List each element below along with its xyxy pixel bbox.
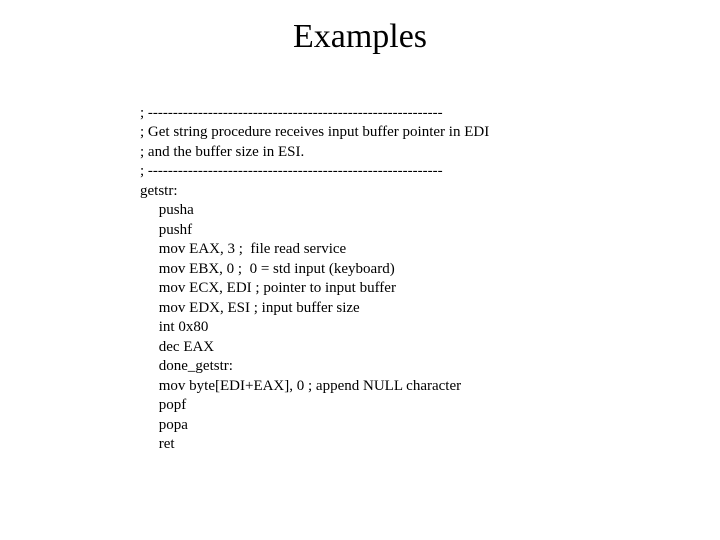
code-line: popf: [140, 397, 186, 413]
code-line: pusha: [140, 202, 194, 218]
slide: Examples ; -----------------------------…: [0, 0, 720, 540]
code-line: ; --------------------------------------…: [140, 105, 443, 121]
code-line: ; Get string procedure receives input bu…: [140, 124, 489, 140]
code-line: int 0x80: [140, 319, 208, 335]
code-line: mov byte[EDI+EAX], 0 ; append NULL chara…: [140, 378, 461, 394]
code-line: dec EAX: [140, 339, 214, 355]
code-line: mov EDX, ESI ; input buffer size: [140, 300, 360, 316]
code-line: ; and the buffer size in ESI.: [140, 144, 304, 160]
code-line: popa: [140, 417, 188, 433]
code-line: mov EAX, 3 ; file read service: [140, 241, 346, 257]
code-line: mov ECX, EDI ; pointer to input buffer: [140, 280, 396, 296]
page-title: Examples: [40, 18, 680, 56]
code-line: done_getstr:: [140, 358, 233, 374]
code-line: pushf: [140, 222, 192, 238]
code-line: ; --------------------------------------…: [140, 163, 443, 179]
code-line: mov EBX, 0 ; 0 = std input (keyboard): [140, 261, 395, 277]
code-block: ; --------------------------------------…: [140, 84, 680, 474]
code-line: ret: [140, 436, 175, 452]
code-line: getstr:: [140, 183, 178, 199]
